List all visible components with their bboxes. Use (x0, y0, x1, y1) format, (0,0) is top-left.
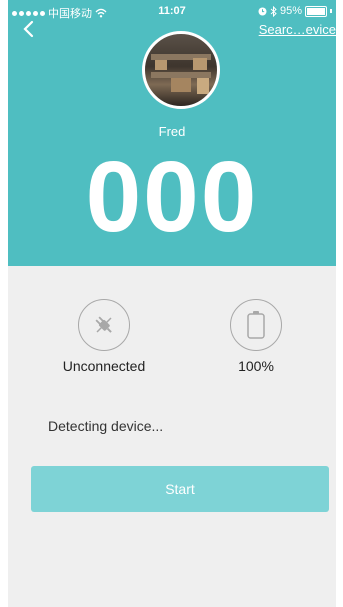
battery-status-icon (230, 299, 282, 351)
start-button[interactable]: Start (31, 466, 329, 512)
username: Fred (158, 124, 186, 139)
battery-percent: 95% (279, 5, 302, 17)
battery-icon (305, 5, 327, 17)
plug-icon (95, 316, 112, 333)
header-panel: 中国移动 11:07 95% Searc…evice Fred 000 (8, 0, 336, 266)
bluetooth-icon (270, 5, 277, 17)
connection-status-label: Unconnected (62, 358, 146, 374)
battery-status-label: 100% (238, 358, 274, 374)
battery-tip (330, 9, 332, 13)
alarm-icon (258, 7, 267, 15)
battery-icon (247, 311, 265, 339)
avatar[interactable] (142, 31, 220, 109)
status-bar: 中国移动 11:07 95% (8, 0, 336, 22)
search-device-link[interactable]: Searc…evice (259, 22, 336, 37)
status-bar-right: 95% (258, 5, 332, 17)
connection-status-icon (78, 299, 130, 351)
count-display: 000 (85, 141, 259, 253)
chevron-left-icon (23, 20, 34, 38)
detecting-status-text: Detecting device... (48, 418, 164, 434)
app-screen: 中国移动 11:07 95% Searc…evice Fred 000 Unco… (8, 0, 336, 607)
back-button[interactable] (18, 18, 38, 40)
